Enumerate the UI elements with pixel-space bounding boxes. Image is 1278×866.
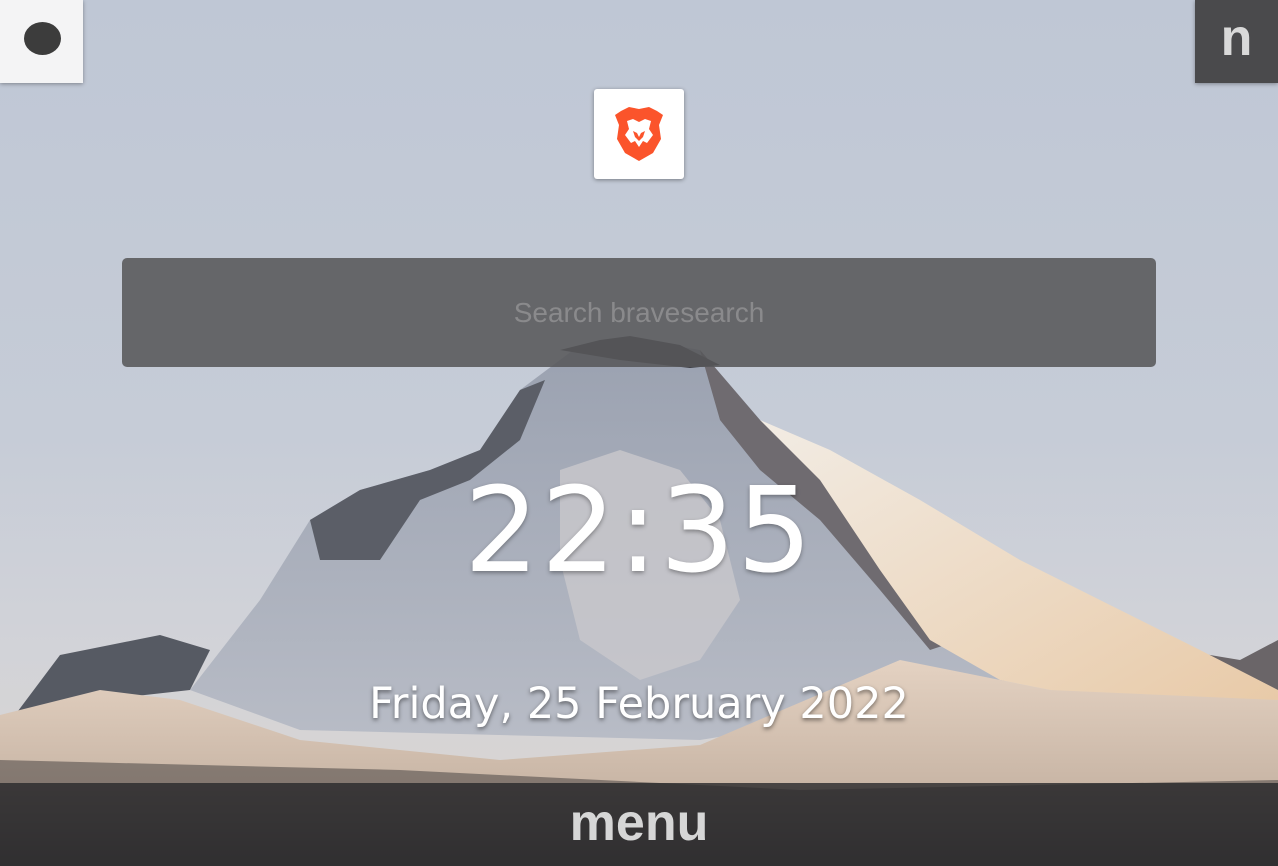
new-tab-page: n 22:35 Friday, 25 February 2022 menu	[0, 0, 1278, 866]
theme-toggle-dot-icon	[24, 22, 61, 55]
brave-logo-tile[interactable]	[594, 89, 684, 179]
date-text: Friday, 25 February 2022	[369, 679, 909, 729]
clock-time: 22:35	[463, 461, 815, 599]
menu-label: menu	[569, 794, 709, 852]
theme-toggle-button[interactable]	[0, 0, 83, 83]
notes-button[interactable]: n	[1195, 0, 1278, 83]
search-input[interactable]	[122, 258, 1156, 367]
brave-lion-icon	[615, 107, 663, 161]
menu-button[interactable]: menu	[0, 783, 1278, 866]
